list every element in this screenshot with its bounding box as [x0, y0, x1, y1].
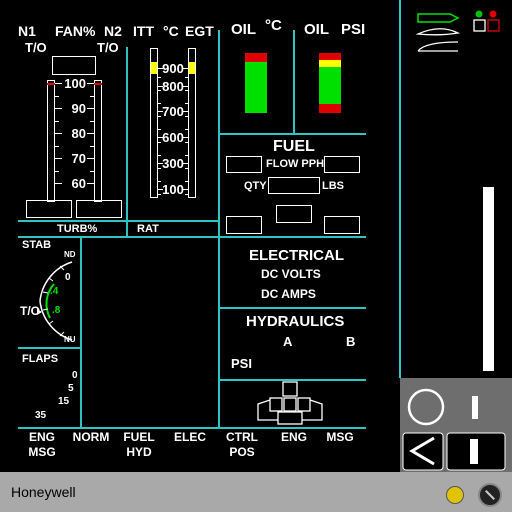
status-arrow-icon: [417, 13, 460, 23]
status-curve-icon: [417, 41, 459, 52]
menu-item-line1: CTRL: [226, 430, 258, 444]
status-red-dot-icon: [489, 10, 497, 18]
menu-item-line2: MSG: [28, 445, 56, 459]
back-button[interactable]: [402, 432, 444, 471]
menu-item-line2: HYD: [126, 445, 152, 459]
bottom-bar: Honeywell: [0, 472, 512, 512]
bar-button-top-icon[interactable]: [472, 396, 478, 419]
status-red-square-icon: [487, 19, 500, 32]
menu-item-line1: ENG: [280, 430, 307, 444]
menu-item[interactable]: FUEL HYD: [115, 430, 163, 464]
knob-slot-icon: [485, 490, 495, 500]
menu-item[interactable]: CTRL POS: [218, 430, 266, 464]
brand-logo: Honeywell: [11, 484, 76, 500]
menu-item[interactable]: ELEC: [166, 430, 214, 464]
status-white-square-icon: [473, 19, 486, 32]
menu-item-line1: ELEC: [173, 430, 206, 444]
menu-item-line2: POS: [229, 445, 255, 459]
menu-item[interactable]: MSG: [316, 430, 364, 464]
menu-item[interactable]: NORM: [67, 430, 115, 464]
status-green-dot-icon: [475, 10, 483, 18]
scrollbar-thumb[interactable]: [483, 187, 494, 371]
menu-item[interactable]: ENG MSG: [18, 430, 66, 464]
select-bar-icon[interactable]: [470, 439, 478, 464]
panel-buttons: [402, 388, 506, 471]
menu-item-line1: NORM: [72, 430, 110, 444]
circle-button-icon[interactable]: [407, 388, 445, 426]
aircraft-diagram: [257, 381, 323, 425]
menu-item-line1: FUEL: [123, 430, 155, 444]
knob-icon[interactable]: [478, 483, 502, 507]
stab-arc: [39, 261, 73, 341]
menu-item-line1: ENG: [28, 430, 55, 444]
stab-green-band: [45, 283, 55, 319]
menu-item-line1: MSG: [326, 430, 354, 444]
status-blade-icon: [415, 28, 461, 36]
menu-item[interactable]: ENG: [270, 430, 318, 464]
indicator-light-icon: [446, 486, 464, 504]
